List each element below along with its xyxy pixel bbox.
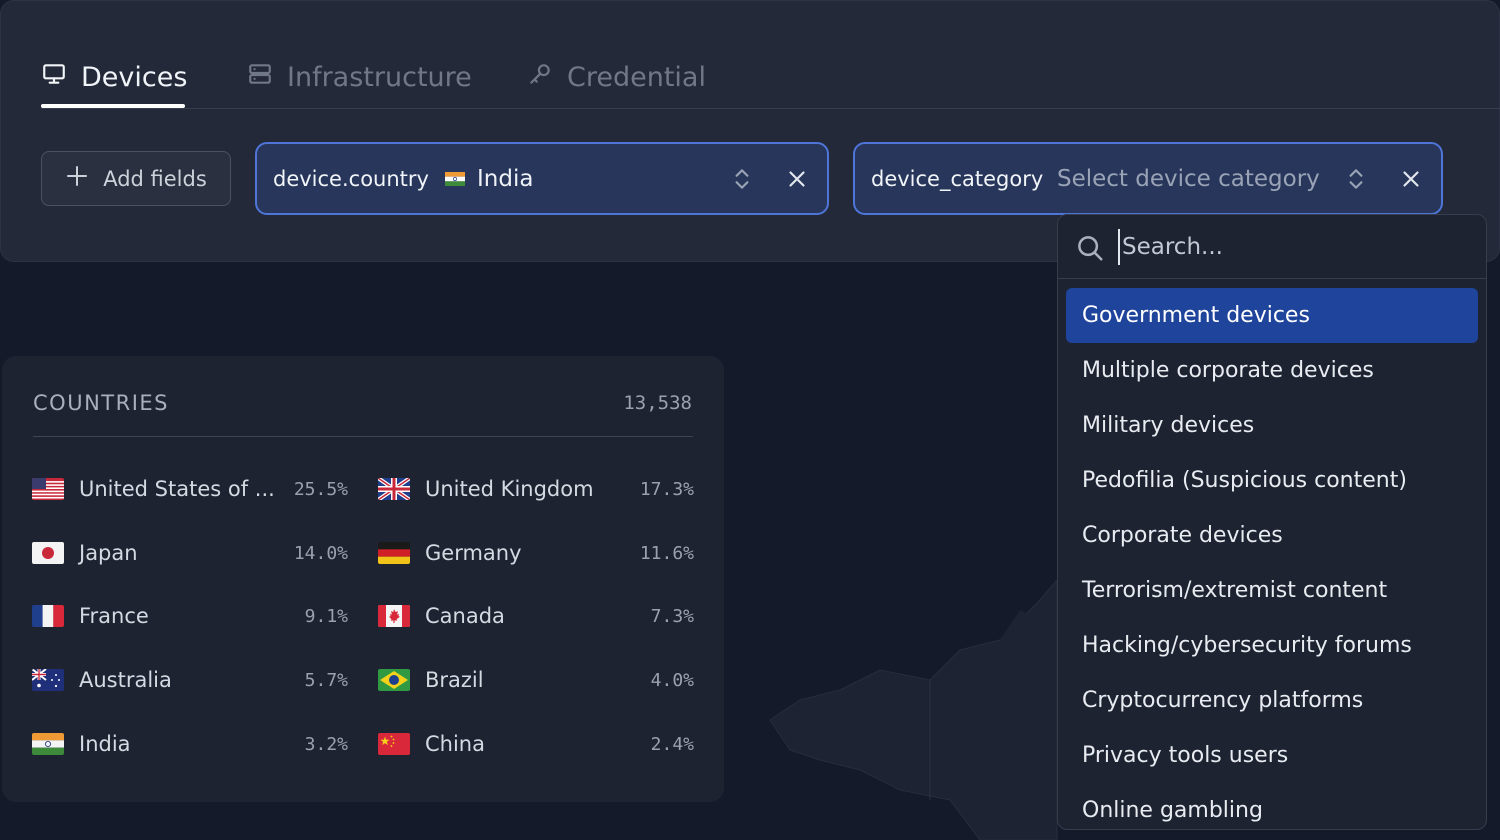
add-fields-label: Add fields bbox=[103, 166, 207, 191]
australia-flag-icon bbox=[32, 669, 64, 691]
country-name: Brazil bbox=[425, 668, 484, 692]
plus-icon bbox=[65, 164, 89, 193]
country-name: India bbox=[79, 732, 131, 756]
filter-placeholder: Select device category bbox=[1057, 165, 1320, 192]
country-row[interactable]: France 9.1% bbox=[32, 601, 348, 631]
dropdown-option[interactable]: Hacking/cybersecurity forums bbox=[1066, 618, 1478, 673]
country-name: United Kingdom bbox=[425, 477, 594, 501]
divider bbox=[33, 436, 693, 437]
tab-devices[interactable]: Devices bbox=[41, 45, 187, 109]
dropdown-option[interactable]: Terrorism/extremist content bbox=[1066, 563, 1478, 618]
dropdown-option[interactable]: Multiple corporate devices bbox=[1066, 343, 1478, 398]
device-category-dropdown: Government devices Multiple corporate de… bbox=[1057, 214, 1487, 830]
country-pct: 4.0% bbox=[650, 669, 694, 691]
key-icon bbox=[527, 61, 553, 94]
us-flag-icon bbox=[32, 478, 64, 500]
uk-flag-icon bbox=[378, 478, 410, 500]
brazil-flag-icon bbox=[378, 669, 410, 691]
tab-bar: Devices Infrastructure Credential bbox=[41, 45, 1500, 109]
server-icon bbox=[247, 61, 273, 94]
country-pct: 14.0% bbox=[293, 542, 348, 564]
close-icon[interactable] bbox=[784, 166, 810, 192]
tab-label: Devices bbox=[81, 61, 188, 93]
germany-flag-icon bbox=[378, 542, 410, 564]
country-row[interactable]: Germany 11.6% bbox=[378, 538, 694, 568]
filter-key: device_category bbox=[871, 166, 1044, 191]
country-name: China bbox=[425, 732, 485, 756]
country-row[interactable]: China 2.4% bbox=[378, 729, 694, 759]
country-pct: 2.4% bbox=[650, 733, 694, 755]
tab-infrastructure[interactable]: Infrastructure bbox=[247, 45, 472, 109]
japan-flag-icon bbox=[32, 542, 64, 564]
country-row[interactable]: United Kingdom 17.3% bbox=[378, 474, 694, 504]
country-pct: 3.2% bbox=[304, 733, 348, 755]
country-name: Germany bbox=[425, 541, 522, 565]
tab-label: Credential bbox=[567, 61, 706, 93]
monitor-icon bbox=[41, 61, 67, 94]
dropdown-option[interactable]: Pedofilia (Suspicious content) bbox=[1066, 453, 1478, 508]
canada-flag-icon bbox=[378, 605, 410, 627]
country-pct: 5.7% bbox=[304, 669, 348, 691]
countries-title: COUNTRIES bbox=[33, 391, 169, 415]
france-flag-icon bbox=[32, 605, 64, 627]
country-name: United States of ... bbox=[79, 477, 275, 501]
country-row[interactable]: Brazil 4.0% bbox=[378, 665, 694, 695]
china-flag-icon bbox=[378, 733, 410, 755]
country-row[interactable]: United States of ... 25.5% bbox=[32, 474, 348, 504]
dropdown-search bbox=[1058, 215, 1486, 279]
search-icon bbox=[1075, 233, 1105, 263]
chevron-updown-icon[interactable] bbox=[729, 166, 755, 192]
close-icon[interactable] bbox=[1398, 166, 1424, 192]
country-name: Australia bbox=[79, 668, 172, 692]
country-row[interactable]: Japan 14.0% bbox=[32, 538, 348, 568]
filter-value: India bbox=[445, 166, 533, 192]
india-flag-icon bbox=[32, 733, 64, 755]
dropdown-option[interactable]: Military devices bbox=[1066, 398, 1478, 453]
dropdown-option[interactable]: Online gambling bbox=[1066, 783, 1478, 829]
tab-credential[interactable]: Credential bbox=[527, 45, 706, 109]
country-row[interactable]: Australia 5.7% bbox=[32, 665, 348, 695]
country-pct: 11.6% bbox=[639, 542, 694, 564]
country-pct: 25.5% bbox=[293, 478, 348, 500]
filter-device-country[interactable]: device.country India bbox=[255, 142, 829, 215]
tab-label: Infrastructure bbox=[287, 61, 472, 93]
dropdown-option-selected[interactable]: Government devices bbox=[1066, 288, 1478, 343]
dropdown-option[interactable]: Cryptocurrency platforms bbox=[1066, 673, 1478, 728]
country-pct: 17.3% bbox=[639, 478, 694, 500]
country-pct: 9.1% bbox=[304, 605, 348, 627]
filter-key: device.country bbox=[273, 166, 429, 191]
country-row[interactable]: Canada 7.3% bbox=[378, 601, 694, 631]
country-pct: 7.3% bbox=[650, 605, 694, 627]
filter-value-text: India bbox=[477, 165, 534, 192]
country-name: Canada bbox=[425, 604, 505, 628]
countries-total: 13,538 bbox=[623, 392, 692, 414]
chevron-updown-icon[interactable] bbox=[1343, 166, 1369, 192]
dropdown-option[interactable]: Corporate devices bbox=[1066, 508, 1478, 563]
country-name: France bbox=[79, 604, 149, 628]
add-fields-button[interactable]: Add fields bbox=[41, 151, 231, 206]
india-flag-icon bbox=[445, 166, 465, 192]
active-tab-indicator bbox=[41, 104, 185, 108]
search-input[interactable] bbox=[1118, 229, 1458, 265]
countries-panel: COUNTRIES 13,538 United States of ... 25… bbox=[2, 356, 724, 802]
dropdown-option[interactable]: Privacy tools users bbox=[1066, 728, 1478, 783]
filter-device-category[interactable]: device_category Select device category bbox=[853, 142, 1443, 215]
country-name: Japan bbox=[79, 541, 138, 565]
country-row[interactable]: India 3.2% bbox=[32, 729, 348, 759]
